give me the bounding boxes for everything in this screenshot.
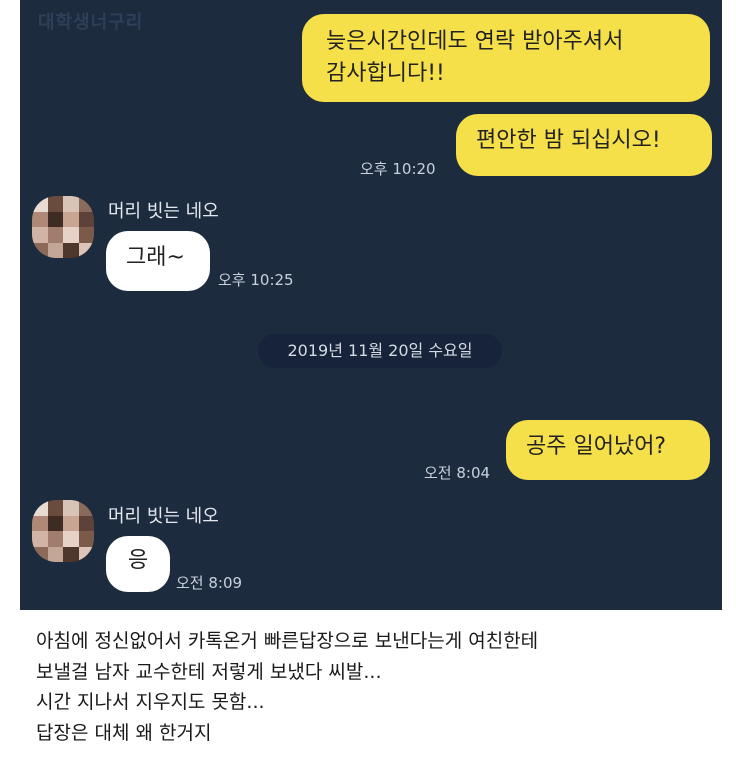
sender-name: 머리 빗는 네오 bbox=[108, 506, 219, 527]
message-text: 공주 일어났어? bbox=[526, 434, 667, 459]
caption-line: 답장은 대체 왜 한거지 bbox=[36, 721, 212, 744]
message-text-line: 감사합니다!! bbox=[326, 61, 445, 86]
avatar[interactable] bbox=[32, 500, 94, 562]
message-text: 그래~ bbox=[126, 245, 185, 270]
chat-panel: 대학생너구리 늦은시간인데도 연락 받아주셔서 감사합니다!! 편안한 밤 되십… bbox=[20, 0, 722, 610]
avatar[interactable] bbox=[32, 196, 94, 258]
caption-line: 보낼걸 남자 교수한테 저렇게 보냈다 씨발... bbox=[36, 660, 382, 683]
message-timestamp: 오후 10:25 bbox=[218, 271, 294, 289]
caption-line: 시간 지나서 지우지도 못함... bbox=[36, 691, 265, 713]
watermark: 대학생너구리 bbox=[38, 12, 144, 33]
message-bubble-received[interactable]: 그래~ bbox=[106, 231, 210, 291]
message-bubble-sent[interactable]: 편안한 밤 되십시오! bbox=[456, 114, 712, 176]
caption-line: 아침에 정신없어서 카톡온거 빠른답장으로 보낸다는게 여친한테 bbox=[36, 630, 539, 652]
message-timestamp: 오전 8:04 bbox=[424, 464, 491, 482]
message-timestamp: 오후 10:20 bbox=[360, 160, 436, 178]
message-bubble-received[interactable]: 응 bbox=[106, 536, 170, 592]
message-bubble-sent[interactable]: 늦은시간인데도 연락 받아주셔서 감사합니다!! bbox=[302, 14, 710, 102]
sender-name: 머리 빗는 네오 bbox=[108, 201, 219, 222]
date-divider: 2019년 11월 20일 수요일 bbox=[258, 334, 502, 368]
message-text: 편안한 밤 되십시오! bbox=[476, 128, 661, 153]
message-timestamp: 오전 8:09 bbox=[176, 574, 243, 592]
post-caption: 아침에 정신없어서 카톡온거 빠른답장으로 보낸다는게 여친한테 보낼걸 남자 … bbox=[36, 626, 716, 748]
message-bubble-sent[interactable]: 공주 일어났어? bbox=[506, 420, 710, 480]
message-text: 응 bbox=[127, 548, 149, 573]
message-text-line: 늦은시간인데도 연락 받아주셔서 bbox=[326, 29, 624, 54]
